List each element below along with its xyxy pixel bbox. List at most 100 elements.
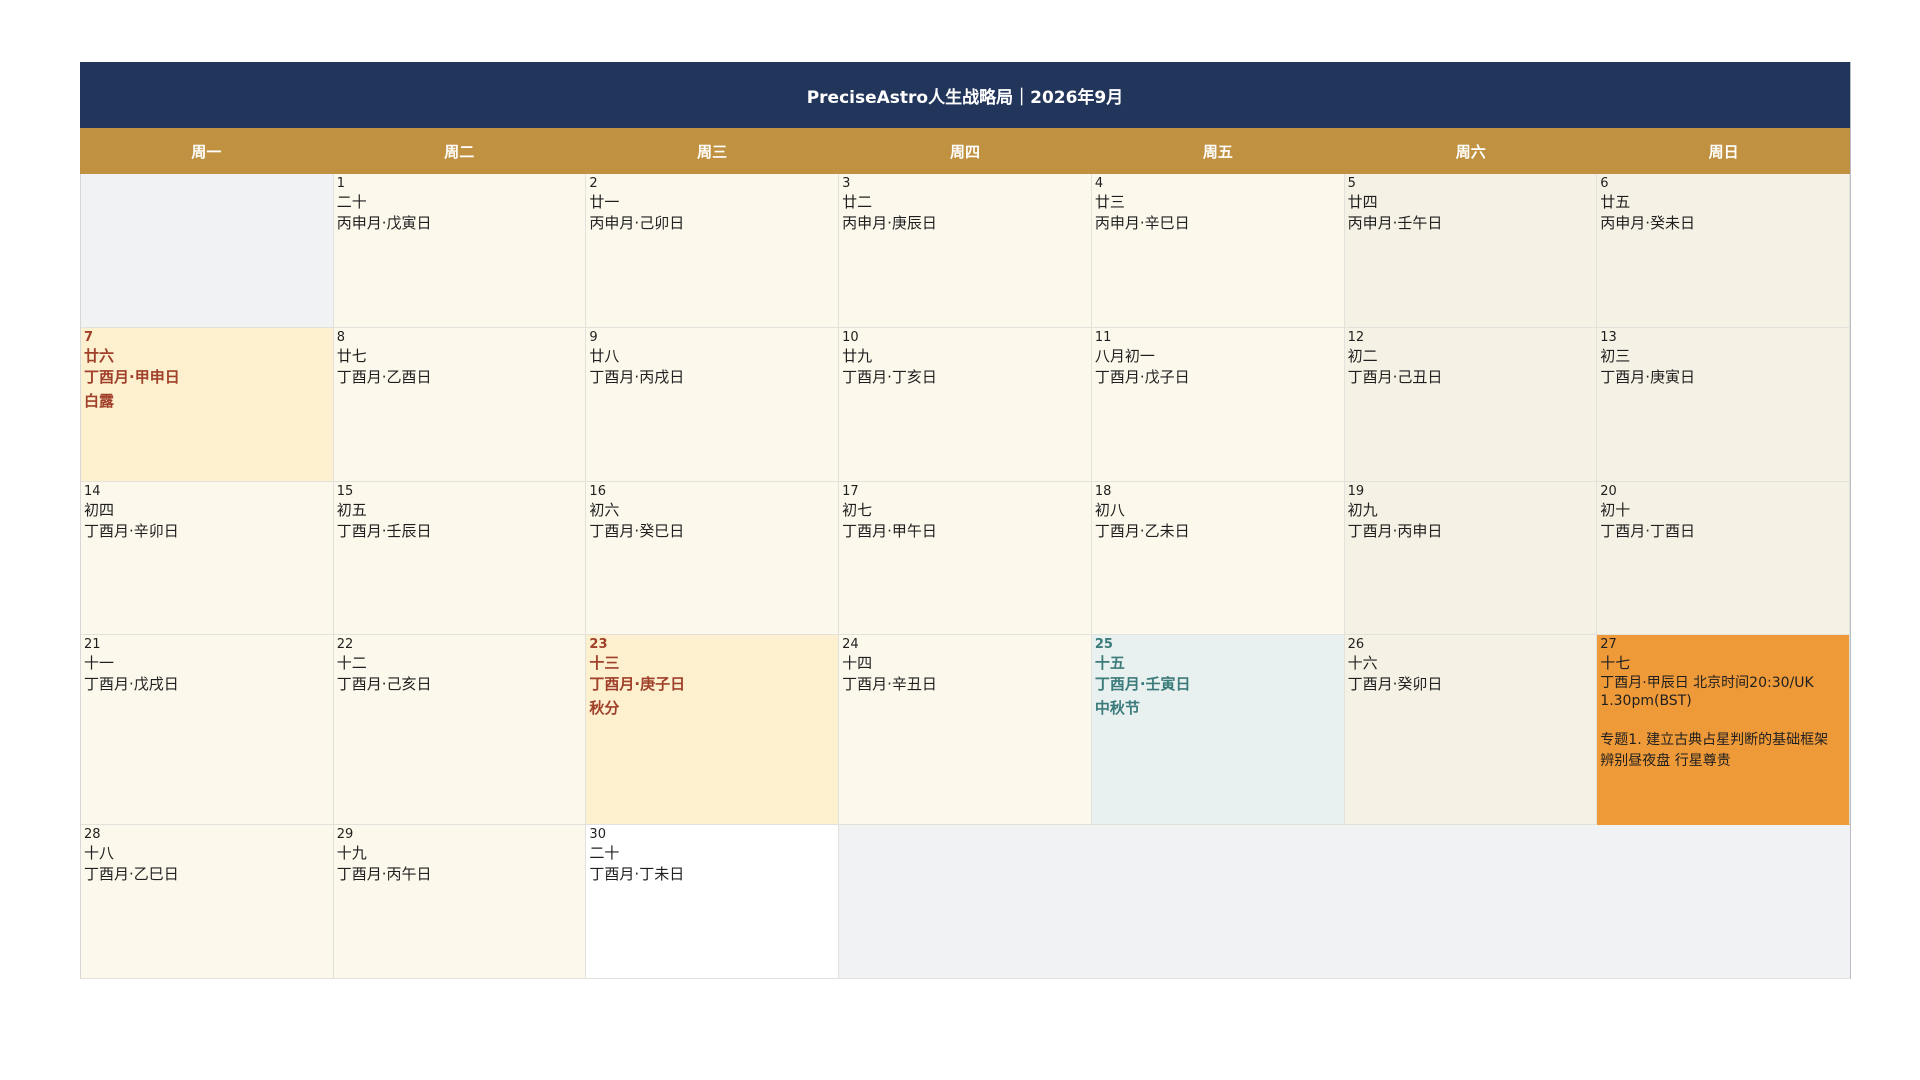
weekday-thu: 周四	[949, 142, 980, 161]
day-cell-11[interactable]: 11 八月初一 丁酉月·戊子日	[1091, 328, 1345, 482]
day-number: 30	[589, 827, 606, 842]
lunar-date: 十七	[1600, 654, 1631, 672]
ganzhi-date: 丁酉月·乙巳日	[84, 865, 179, 883]
lunar-date: 初二	[1347, 347, 1378, 365]
festival-label: 中秋节	[1094, 699, 1140, 717]
day-cell-3[interactable]: 3 廿二 丙申月·庚辰日	[839, 174, 1092, 328]
event-subtopic: 辨别昼夜盘 行星尊贵	[1600, 753, 1731, 769]
day-number: 4	[1094, 176, 1104, 191]
lunar-date: 八月初一	[1094, 347, 1155, 365]
day-number: 17	[842, 484, 859, 499]
ganzhi-date: 丁酉月·丁亥日	[842, 368, 937, 386]
day-cell-7[interactable]: 7 廿六 丁酉月·甲申日 白露	[81, 328, 334, 482]
solar-term-label: 白露	[84, 392, 115, 410]
day-cell-30[interactable]: 30 二十 丁酉月·丁未日	[586, 825, 840, 979]
ganzhi-date: 丁酉月·癸卯日	[1347, 675, 1443, 693]
day-number: 5	[1347, 176, 1356, 191]
lunar-date: 初三	[1600, 347, 1631, 365]
ganzhi-date: 丁酉月·己丑日	[1347, 368, 1443, 386]
ganzhi-date: 丁酉月·辛丑日	[842, 675, 937, 693]
calendar-grid: 1 二十 丙申月·戊寅日 2 廿一 丙申月·己卯日 3 廿二 丙申月·庚辰日 4…	[80, 174, 1850, 979]
day-number: 23	[589, 637, 608, 652]
lunar-date: 二十	[589, 844, 620, 862]
day-number: 21	[84, 637, 101, 652]
day-number: 9	[589, 330, 598, 345]
weekday-tue: 周二	[444, 142, 475, 161]
ganzhi-date: 丁酉月·戊戌日	[84, 675, 179, 693]
weekday-wed: 周三	[697, 142, 728, 161]
day-cell-13[interactable]: 13 初三 丁酉月·庚寅日	[1597, 328, 1850, 482]
day-cell-22[interactable]: 22 十二 丁酉月·己亥日	[333, 635, 587, 825]
day-number: 12	[1347, 330, 1365, 345]
day-cell-18[interactable]: 18 初八 丁酉月·乙未日	[1091, 482, 1345, 635]
day-cell-9[interactable]: 9 廿八 丁酉月·丙戌日	[586, 328, 840, 482]
weekday-mon: 周一	[191, 142, 222, 161]
day-cell-10[interactable]: 10 廿九 丁酉月·丁亥日	[839, 328, 1092, 482]
day-cell-4[interactable]: 4 廿三 丙申月·辛巳日	[1091, 174, 1345, 328]
ganzhi-date: 丙申月·辛巳日	[1094, 214, 1190, 232]
day-number: 26	[1347, 637, 1365, 652]
ganzhi-date: 丙申月·壬午日	[1347, 214, 1443, 232]
day-number: 24	[842, 637, 859, 652]
day-cell-26[interactable]: 26 十六 丁酉月·癸卯日	[1344, 635, 1598, 825]
day-cell-1[interactable]: 1 二十 丙申月·戊寅日	[333, 174, 587, 328]
day-cell-21[interactable]: 21 十一 丁酉月·戊戌日	[81, 635, 334, 825]
lunar-date: 廿三	[1094, 193, 1125, 211]
day-cell-14[interactable]: 14 初四 丁酉月·辛卯日	[81, 482, 334, 635]
ganzhi-date: 丁酉月·癸巳日	[589, 522, 685, 540]
ganzhi-date: 丁酉月·乙酉日	[336, 368, 432, 386]
day-cell-27-event[interactable]: 27 十七 丁酉月·甲辰日 北京时间20:30/UK 1.30pm(BST) 专…	[1597, 635, 1850, 825]
lunar-date: 十五	[1094, 654, 1125, 672]
day-cell-16[interactable]: 16 初六 丁酉月·癸巳日	[586, 482, 840, 635]
day-number: 22	[336, 637, 354, 652]
day-cell-20[interactable]: 20 初十 丁酉月·丁酉日	[1597, 482, 1850, 635]
day-cell-5[interactable]: 5 廿四 丙申月·壬午日	[1344, 174, 1598, 328]
day-number: 25	[1094, 637, 1113, 652]
empty-trailing-area	[839, 825, 1850, 979]
lunar-date: 廿九	[842, 347, 873, 365]
ganzhi-date: 丁酉月·壬寅日	[1094, 675, 1191, 693]
ganzhi-date: 丁酉月·丁酉日	[1600, 522, 1696, 540]
day-cell-28[interactable]: 28 十八 丁酉月·乙巳日	[81, 825, 334, 979]
calendar-title: PreciseAstro人生战略局｜2026年9月	[80, 62, 1850, 128]
ganzhi-date: 丁酉月·丙戌日	[589, 368, 685, 386]
day-cell-2[interactable]: 2 廿一 丙申月·己卯日	[586, 174, 840, 328]
day-number: 7	[84, 330, 94, 345]
lunar-date: 廿八	[589, 347, 620, 365]
event-time-line-2: 1.30pm(BST)	[1600, 693, 1692, 709]
ganzhi-date: 丙申月·戊寅日	[336, 214, 432, 232]
ganzhi-date: 丁酉月·丙申日	[1347, 522, 1443, 540]
ganzhi-date: 丁酉月·戊子日	[1094, 368, 1190, 386]
ganzhi-date: 丙申月·己卯日	[589, 214, 685, 232]
day-cell-8[interactable]: 8 廿七 丁酉月·乙酉日	[333, 328, 587, 482]
ganzhi-date: 丁酉月·辛卯日	[84, 522, 179, 540]
day-cell-12[interactable]: 12 初二 丁酉月·己丑日	[1344, 328, 1598, 482]
lunar-date: 廿四	[1347, 193, 1378, 211]
day-cell-17[interactable]: 17 初七 丁酉月·甲午日	[839, 482, 1092, 635]
day-cell-25[interactable]: 25 十五 丁酉月·壬寅日 中秋节	[1091, 635, 1345, 825]
day-number: 29	[336, 827, 354, 842]
ganzhi-date: 丁酉月·乙未日	[1094, 522, 1190, 540]
day-number: 15	[336, 484, 354, 499]
day-number: 28	[84, 827, 101, 842]
day-number: 10	[842, 330, 859, 345]
lunar-date: 初八	[1094, 501, 1125, 519]
weekday-fri: 周五	[1202, 142, 1233, 161]
day-cell-19[interactable]: 19 初九 丁酉月·丙申日	[1344, 482, 1598, 635]
day-cell-24[interactable]: 24 十四 丁酉月·辛丑日	[839, 635, 1092, 825]
day-cell-15[interactable]: 15 初五 丁酉月·壬辰日	[333, 482, 587, 635]
day-cell-29[interactable]: 29 十九 丁酉月·丙午日	[333, 825, 587, 979]
lunar-date: 初七	[842, 501, 873, 519]
day-number: 27	[1600, 637, 1617, 652]
ganzhi-date: 丁酉月·庚寅日	[1600, 368, 1696, 386]
day-number: 1	[336, 176, 345, 191]
lunar-date: 廿二	[842, 193, 873, 211]
calendar: PreciseAstro人生战略局｜2026年9月 周一 周二 周三 周四 周五…	[80, 62, 1851, 979]
solar-term-label: 秋分	[589, 699, 620, 717]
lunar-date: 廿五	[1600, 193, 1631, 211]
day-cell-6[interactable]: 6 廿五 丙申月·癸未日	[1597, 174, 1850, 328]
day-number: 18	[1094, 484, 1112, 499]
day-number: 3	[842, 176, 851, 191]
day-cell-23[interactable]: 23 十三 丁酉月·庚子日 秋分	[586, 635, 840, 825]
lunar-date: 十一	[84, 654, 115, 672]
